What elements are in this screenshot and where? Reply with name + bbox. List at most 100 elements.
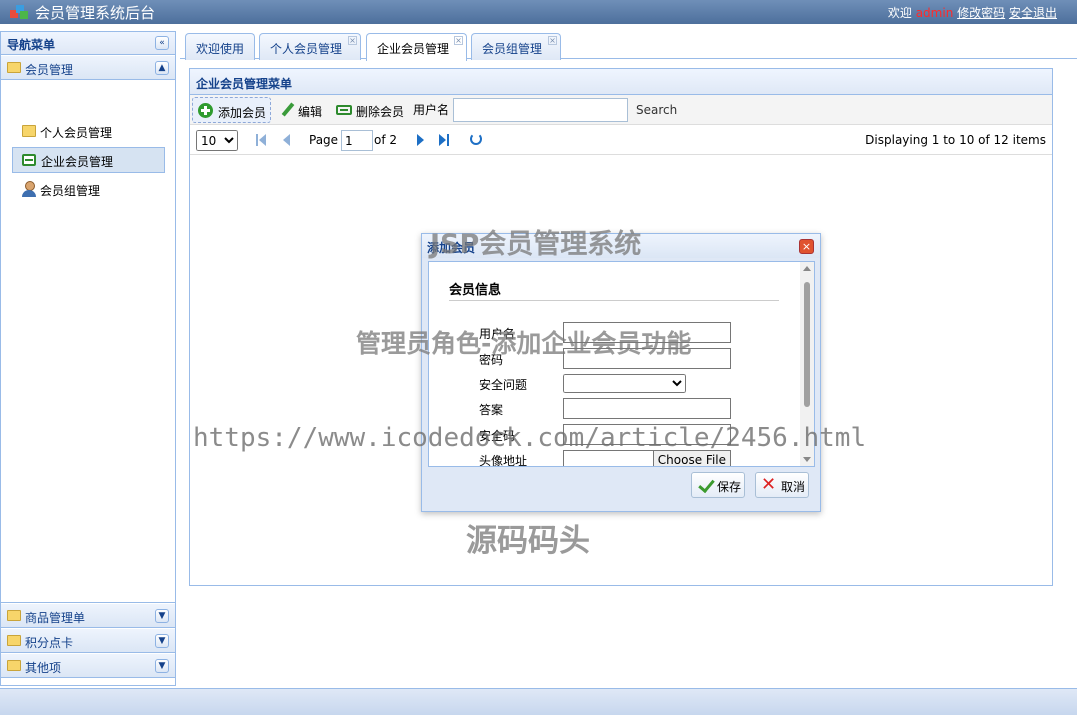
nav-section-label: 商品管理单	[25, 611, 86, 625]
add-member-label: 添加会员	[218, 106, 267, 120]
check-icon	[697, 477, 713, 493]
security-question-select[interactable]	[563, 374, 686, 393]
user-icon	[22, 181, 36, 197]
nav-panel: 导航菜单 « 会员管理 ▲ 个人会员管理 企业会员管理 会员组管理 商品管理单 …	[0, 31, 176, 686]
dialog-title: 添加会员	[427, 241, 476, 255]
username-filter-label: 用户名	[413, 103, 450, 117]
folder-icon	[7, 635, 21, 646]
nav-section-other[interactable]: 其他项 ▼	[1, 653, 175, 678]
pagination-bar: 10 Page of 2 Displaying 1 to 10 of 12 it…	[190, 125, 1052, 155]
security-code-label: 安全码	[479, 429, 516, 443]
dialog-body: 会员信息 用户名 密码 安全问题 答案 安全码 头像地址 Choose File	[428, 261, 815, 467]
chevron-down-icon[interactable]: ▼	[155, 659, 169, 673]
save-button[interactable]: 保存	[691, 472, 745, 498]
form-section-title: 会员信息	[449, 283, 502, 298]
security-code-field[interactable]	[563, 424, 731, 445]
security-question-label: 安全问题	[479, 378, 528, 392]
password-field[interactable]	[563, 348, 731, 369]
delete-member-label: 删除会员	[356, 105, 405, 119]
chevron-down-icon[interactable]: ▼	[155, 609, 169, 623]
tab-personal-member[interactable]: 个人会员管理 ×	[259, 33, 361, 60]
nav-section-label: 积分点卡	[25, 636, 74, 650]
search-button[interactable]: Search	[636, 103, 677, 117]
close-icon[interactable]: ×	[454, 36, 463, 45]
avatar-file-input[interactable]: Choose File	[563, 450, 731, 466]
close-icon[interactable]: ×	[548, 36, 557, 45]
tab-enterprise-member[interactable]: 企业会员管理 ×	[366, 33, 467, 61]
scroll-thumb[interactable]	[804, 282, 810, 407]
dialog-scrollbar[interactable]	[800, 262, 814, 466]
tab-label: 个人会员管理	[270, 42, 343, 56]
toolbar: 添加会员 编辑 删除会员 用户名 Search	[190, 95, 1052, 125]
refresh-icon[interactable]	[470, 133, 482, 145]
nav-item-label: 个人会员管理	[40, 126, 113, 140]
next-page-icon[interactable]	[415, 134, 427, 146]
nav-section-label: 其他项	[25, 661, 62, 675]
pagination-info: Displaying 1 to 10 of 12 items	[865, 133, 1046, 147]
nav-section-goods[interactable]: 商品管理单 ▼	[1, 603, 175, 628]
add-member-button[interactable]: 添加会员	[192, 97, 271, 123]
pencil-icon	[281, 103, 295, 117]
username-filter-input[interactable]	[453, 98, 628, 122]
panel-title: 企业会员管理菜单	[196, 77, 293, 91]
page-number-input[interactable]	[341, 130, 373, 151]
panel-header: 企业会员管理菜单	[190, 69, 1052, 95]
cancel-label: 取消	[781, 480, 806, 494]
nav-item-personal-member[interactable]: 个人会员管理	[12, 119, 165, 145]
remove-icon	[336, 105, 352, 115]
status-bar	[0, 688, 1077, 715]
app-title: 会员管理系统后台	[35, 4, 156, 22]
nav-section-body: 个人会员管理 企业会员管理 会员组管理	[1, 80, 175, 603]
username-field[interactable]	[563, 322, 731, 343]
nav-item-member-group[interactable]: 会员组管理	[12, 177, 165, 203]
separator	[460, 130, 461, 150]
cancel-button[interactable]: ✕ 取消	[755, 472, 809, 498]
tab-welcome[interactable]: 欢迎使用	[185, 33, 255, 60]
welcome-text: 欢迎	[887, 6, 912, 20]
answer-field[interactable]	[563, 398, 731, 419]
tab-label: 欢迎使用	[196, 42, 245, 56]
avatar-label: 头像地址	[479, 454, 528, 467]
page-size-select[interactable]: 10	[196, 130, 238, 151]
password-label: 密码	[479, 353, 504, 367]
edit-button[interactable]: 编辑	[279, 97, 325, 123]
close-icon[interactable]: ×	[799, 239, 814, 254]
user-bar: 欢迎 admin 修改密码 安全退出	[888, 4, 1057, 21]
first-page-icon[interactable]	[256, 134, 268, 146]
chevron-up-icon[interactable]: ▲	[155, 61, 169, 75]
page-total-text: of 2	[374, 133, 398, 147]
add-member-dialog: 添加会员 × 会员信息 用户名 密码 安全问题 答案 安全码 头像地址 Choo…	[421, 233, 821, 512]
nav-item-enterprise-member[interactable]: 企业会员管理	[12, 147, 165, 173]
choose-file-button[interactable]: Choose File	[652, 451, 730, 466]
close-icon[interactable]: ×	[348, 36, 357, 45]
tab-bar: 欢迎使用 个人会员管理 × 企业会员管理 × 会员组管理 ×	[180, 31, 1077, 61]
change-password-link[interactable]: 修改密码	[957, 6, 1005, 20]
divider	[449, 300, 779, 301]
edit-label: 编辑	[298, 105, 323, 119]
delete-member-button[interactable]: 删除会员	[334, 97, 406, 123]
folder-icon	[7, 610, 21, 621]
nav-section-label: 会员管理	[25, 63, 74, 77]
double-chevron-left-icon[interactable]: «	[155, 36, 169, 50]
nav-section-member[interactable]: 会员管理 ▲	[1, 55, 175, 80]
separator	[245, 130, 246, 150]
chevron-down-icon[interactable]: ▼	[155, 634, 169, 648]
dialog-header: 添加会员 ×	[422, 234, 820, 258]
last-page-icon[interactable]	[439, 134, 451, 146]
tab-member-group[interactable]: 会员组管理 ×	[471, 33, 561, 60]
nav-item-label: 会员组管理	[40, 184, 101, 198]
username-text: admin	[915, 6, 954, 20]
logo-icon	[10, 5, 28, 19]
scroll-up-icon[interactable]	[803, 266, 811, 271]
folder-icon	[7, 660, 21, 671]
card-icon	[22, 154, 36, 166]
tab-label: 企业会员管理	[377, 42, 450, 56]
tab-label: 会员组管理	[482, 42, 543, 56]
scroll-down-icon[interactable]	[803, 457, 811, 462]
save-label: 保存	[717, 480, 742, 494]
nav-section-points[interactable]: 积分点卡 ▼	[1, 628, 175, 653]
logout-link[interactable]: 安全退出	[1009, 6, 1057, 20]
previous-page-icon[interactable]	[281, 134, 293, 146]
add-icon	[198, 103, 213, 118]
separator	[404, 130, 405, 150]
